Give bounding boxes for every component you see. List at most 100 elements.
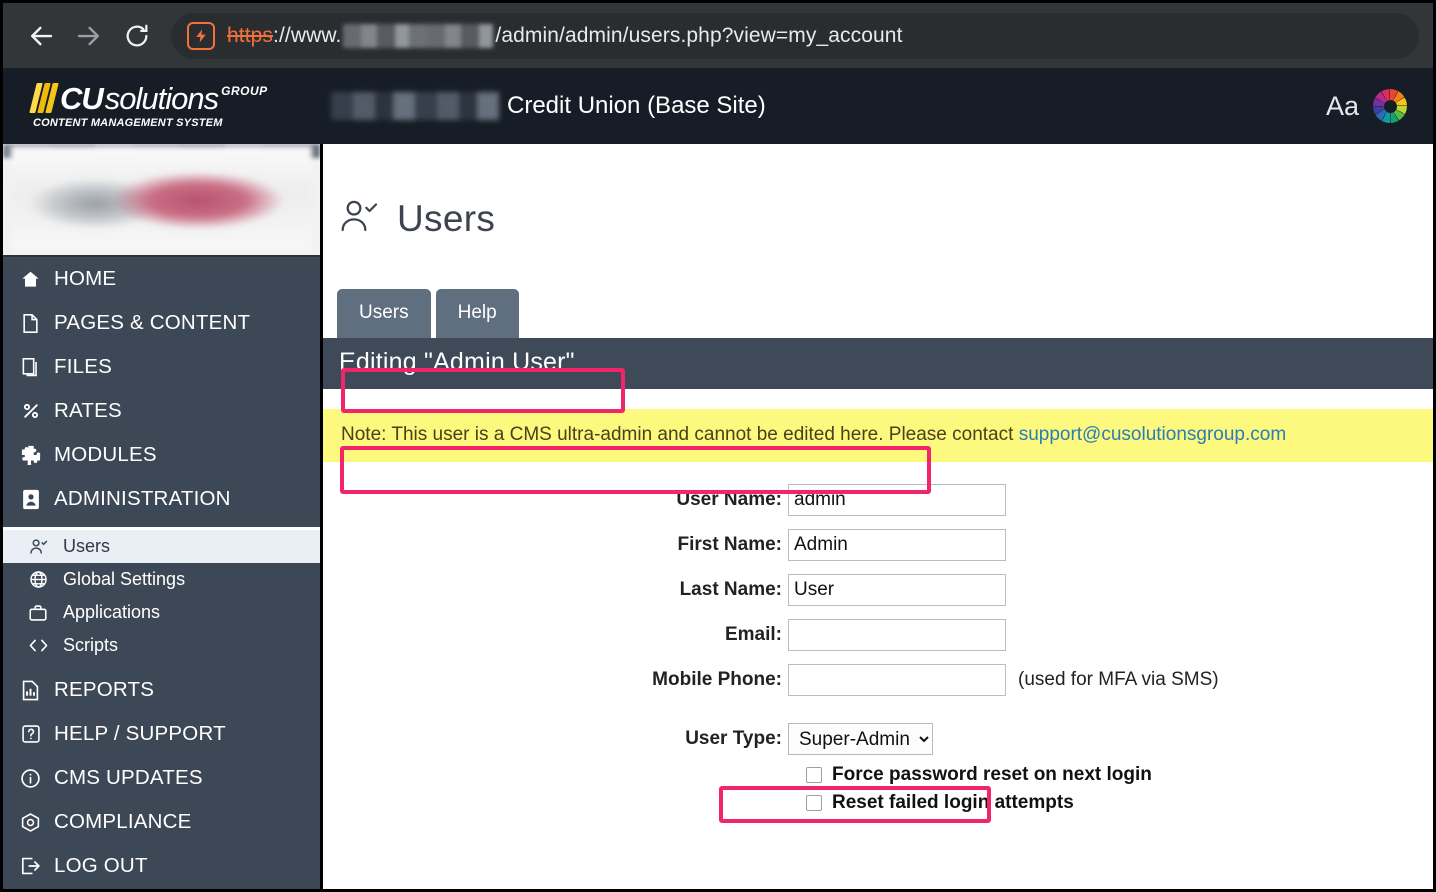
question-box-icon (19, 724, 42, 744)
url-redacted-domain (343, 23, 494, 48)
field-row-last-name: Last Name: (323, 574, 1433, 606)
sidebar-item-help-support[interactable]: HELP / SUPPORT (3, 712, 320, 756)
files-icon (19, 357, 42, 378)
mobile-phone-input[interactable] (788, 664, 1006, 696)
user-name-input[interactable] (788, 484, 1006, 516)
sidebar-item-reports[interactable]: REPORTS (3, 668, 320, 712)
sidebar-item-compliance[interactable]: COMPLIANCE (3, 800, 320, 844)
last-name-label: Last Name: (679, 579, 782, 600)
sidebar-item-applications[interactable]: Applications (3, 596, 320, 629)
sidebar-sublabel: Users (63, 536, 111, 556)
url-separator: ://www. (273, 23, 342, 47)
sidebar-item-administration[interactable]: ADMINISTRATION (3, 477, 320, 521)
email-label: Email: (724, 624, 782, 645)
globe-icon (27, 570, 49, 589)
shield-check-icon (19, 812, 42, 833)
logo-subtitle: CONTENT MANAGEMENT SYSTEM (33, 117, 223, 129)
notice-text: Note: This user is a CMS ultra-admin and… (341, 424, 1019, 445)
header-actions: Aa (1326, 89, 1407, 123)
user-check-icon (27, 537, 49, 556)
briefcase-icon (27, 604, 49, 622)
sidebar-item-log-out[interactable]: LOG OUT (3, 844, 320, 888)
sidebar-label: FILES (54, 355, 112, 378)
screenshot-frame: https://www. /admin/admin/users.php?view=… (0, 0, 1436, 892)
address-bar[interactable]: https://www. /admin/admin/users.php?view=… (171, 12, 1419, 59)
field-row-mobile-phone: Mobile Phone: (used for MFA via SMS) (323, 664, 1433, 696)
force-password-reset-checkbox[interactable] (806, 767, 822, 783)
tab-users[interactable]: Users (337, 289, 431, 338)
field-row-user-name: User Name: (323, 484, 1433, 516)
user-type-label: User Type: (685, 728, 782, 749)
editing-title-bar: Editing "Admin User" (323, 338, 1433, 389)
body-wrapper: HOME PAGES & CONTENT FILES RATES MODULES… (3, 144, 1433, 889)
sidebar: HOME PAGES & CONTENT FILES RATES MODULES… (3, 144, 323, 889)
font-size-button[interactable]: Aa (1326, 91, 1359, 122)
field-row-email: Email: (323, 619, 1433, 651)
sidebar-item-files[interactable]: FILES (3, 345, 320, 389)
not-secure-icon[interactable] (187, 21, 215, 50)
reload-icon (126, 24, 148, 46)
sidebar-label: HELP / SUPPORT (54, 722, 226, 745)
reload-button[interactable] (113, 12, 161, 60)
main-content: Users Users Help Editing "Admin User" No… (323, 144, 1433, 889)
user-check-icon (339, 196, 379, 241)
percent-icon (19, 401, 42, 421)
url-path: /admin/admin/users.php?view=my_account (495, 23, 903, 47)
cms-logo[interactable]: CU solutions GROUP CONTENT MANAGEMENT SYS… (21, 83, 273, 129)
sidebar-label: CMS UPDATES (54, 766, 203, 789)
url-scheme: https (227, 23, 274, 47)
home-icon (19, 269, 42, 290)
sidebar-label: ADMINISTRATION (54, 487, 231, 510)
mobile-phone-label: Mobile Phone: (652, 669, 782, 690)
back-arrow-icon (31, 26, 53, 45)
sidebar-item-users[interactable]: Users (3, 530, 320, 563)
sidebar-label: RATES (54, 399, 122, 422)
logo-cu-text: CU (60, 81, 104, 116)
url-text: https://www. /admin/admin/users.php?view=… (227, 23, 903, 48)
user-type-select[interactable]: Super-Admin (788, 723, 933, 755)
field-row-first-name: First Name: (323, 529, 1433, 561)
sidebar-item-rates[interactable]: RATES (3, 389, 320, 433)
page-title-text: Users (397, 197, 496, 239)
puzzle-icon (19, 445, 42, 465)
force-password-reset-label: Force password reset on next login (832, 764, 1152, 785)
reset-failed-logins-checkbox[interactable] (806, 795, 822, 811)
info-circle-icon (19, 768, 42, 789)
last-name-input[interactable] (788, 574, 1006, 606)
first-name-input[interactable] (788, 529, 1006, 561)
logo-wordmark: CU solutions GROUP (29, 81, 273, 116)
user-form: User Name: First Name: Last Name: Email: (323, 462, 1433, 814)
tab-help[interactable]: Help (435, 289, 519, 338)
field-row-user-type: User Type: Super-Admin (323, 723, 1433, 755)
first-name-label: First Name: (677, 534, 782, 555)
email-input[interactable] (788, 619, 1006, 651)
browser-toolbar: https://www. /admin/admin/users.php?view=… (3, 3, 1433, 68)
sidebar-label: REPORTS (54, 678, 155, 701)
sidebar-item-cms-updates[interactable]: CMS UPDATES (3, 756, 320, 800)
back-button[interactable] (17, 12, 65, 60)
code-icon (27, 637, 49, 654)
cms-header: CU solutions GROUP CONTENT MANAGEMENT SYS… (3, 68, 1433, 144)
sidebar-label: COMPLIANCE (54, 810, 192, 833)
sidebar-item-scripts[interactable]: Scripts (3, 629, 320, 662)
color-wheel-icon[interactable] (1373, 89, 1407, 123)
forward-arrow-icon (77, 26, 99, 45)
sidebar-item-modules[interactable]: MODULES (3, 433, 320, 477)
site-name-block: Credit Union (Base Site) (331, 92, 766, 120)
forward-button[interactable] (65, 12, 113, 60)
sidebar-sublabel: Applications (63, 602, 161, 622)
lightning-bolt-icon (196, 28, 206, 43)
site-name-redacted (331, 92, 499, 120)
mobile-phone-hint: (used for MFA via SMS) (1018, 669, 1219, 690)
sidebar-label: LOG OUT (54, 854, 148, 877)
sidebar-item-global-settings[interactable]: Global Settings (3, 563, 320, 596)
logout-icon (19, 856, 42, 876)
sidebar-item-pages-content[interactable]: PAGES & CONTENT (3, 301, 320, 345)
sidebar-item-home[interactable]: HOME (3, 257, 320, 301)
page-icon (19, 313, 42, 334)
sidebar-label: PAGES & CONTENT (54, 311, 251, 334)
support-email-link[interactable]: support@cusolutionsgroup.com (1019, 424, 1286, 445)
logo-group-text: GROUP (221, 84, 268, 98)
sidebar-sublabel: Scripts (63, 635, 119, 655)
ultra-admin-notice: Note: This user is a CMS ultra-admin and… (323, 409, 1433, 462)
